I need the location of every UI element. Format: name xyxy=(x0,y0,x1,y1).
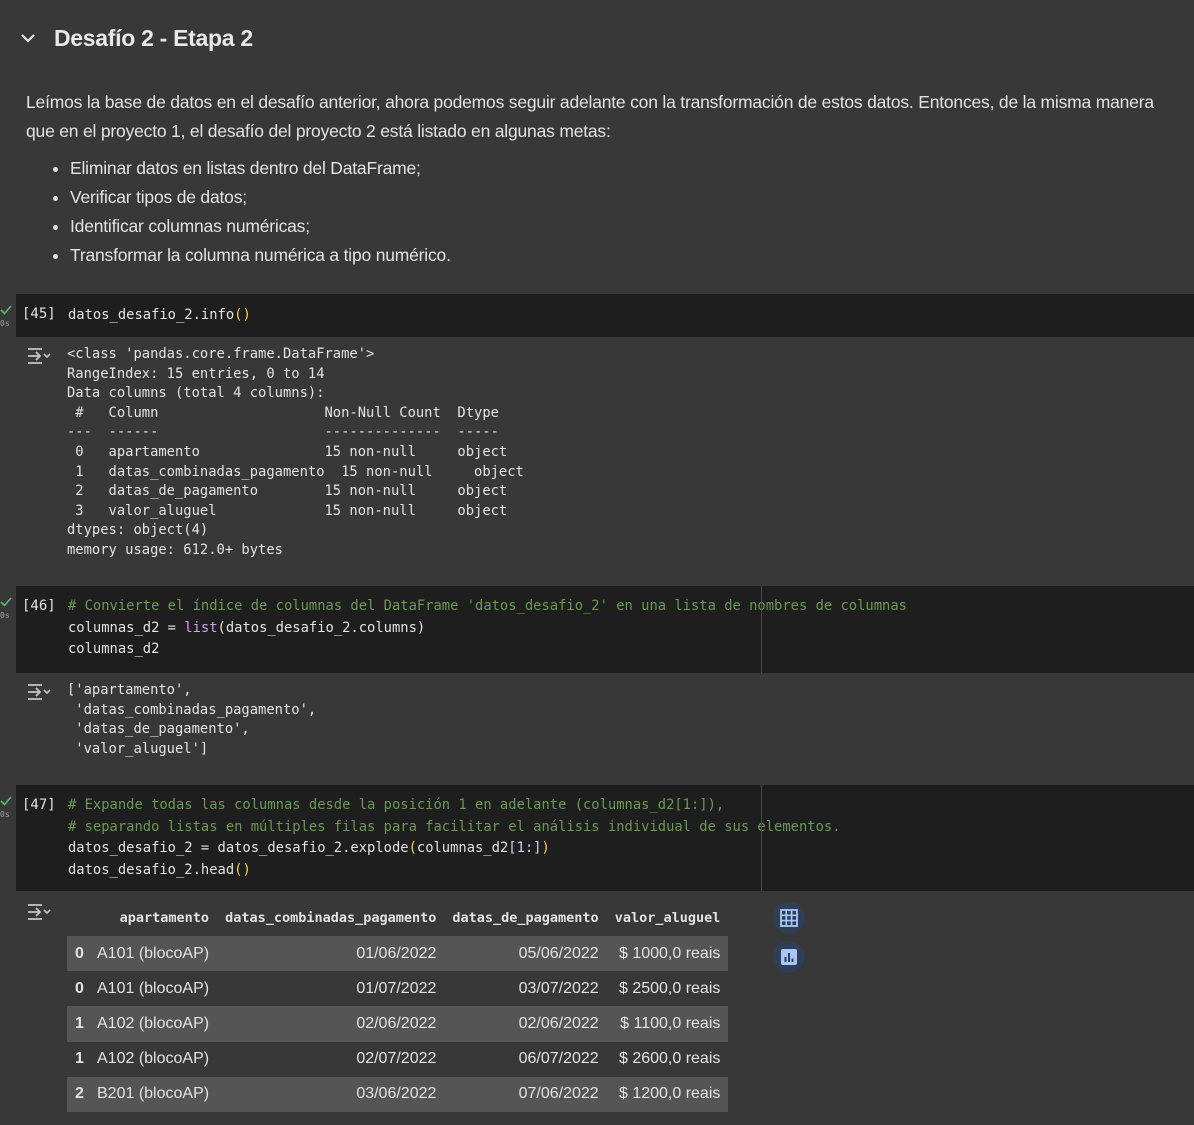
column-header: datas_de_pagamento xyxy=(452,910,599,926)
markdown-cell: Leímos la base de datos en el desafío an… xyxy=(26,88,1176,270)
cell-apartamento: B201 (blocoAP) xyxy=(97,1076,218,1112)
column-header: apartamento xyxy=(119,910,210,926)
check-icon xyxy=(0,597,12,607)
table-row: 1 A102 (blocoAP) 02/06/2022 02/06/2022 $… xyxy=(67,1006,729,1042)
ruler-guide xyxy=(761,586,762,673)
row-index: 2 xyxy=(67,1076,97,1112)
code-line: columnas_d2 = list(datos_desafio_2.colum… xyxy=(68,619,426,636)
output-line: Data columns (total 4 columns): xyxy=(67,385,325,402)
execution-count: [46] xyxy=(22,598,56,614)
index-header xyxy=(67,900,97,936)
cell-output: ['apartamento', 'datas_combinadas_pagame… xyxy=(67,681,316,759)
cell-valor: $ 1200,0 reais xyxy=(606,1076,729,1112)
code-line: datos_desafio_2.head() xyxy=(68,861,251,878)
code-cell-46[interactable]: # Convierte el índice de columnas del Da… xyxy=(16,586,1194,673)
code-editor[interactable]: # Convierte el índice de columnas del Da… xyxy=(68,596,907,661)
table-row: 0 A101 (blocoAP) 01/07/2022 03/07/2022 $… xyxy=(67,971,729,1007)
output-line: RangeIndex: 15 entries, 0 to 14 xyxy=(67,365,325,382)
output-line: 0 apartamento 15 non-null object xyxy=(67,443,508,460)
list-item: Transformar la columna numérica a tipo n… xyxy=(70,241,1176,270)
dataframe-table: apartamento datas_combinadas_pagamento d… xyxy=(67,900,729,1112)
code-cell-47[interactable]: # Expande todas las columnas desde la po… xyxy=(16,785,1194,891)
cell-valor: $ 1100,0 reais xyxy=(606,1006,729,1042)
table-header-row: apartamento datas_combinadas_pagamento d… xyxy=(67,900,728,936)
goals-list: Eliminar datos en listas dentro del Data… xyxy=(26,154,1176,270)
table-icon xyxy=(780,909,798,927)
cell-apartamento: A102 (blocoAP) xyxy=(97,1041,218,1077)
cell-pagamento: 07/06/2022 xyxy=(444,1076,607,1112)
output-line: 3 valor_aluguel 15 non-null object xyxy=(67,502,508,519)
cell-pagamento: 02/06/2022 xyxy=(444,1006,607,1042)
column-header: datas_combinadas_pagamento xyxy=(225,910,437,926)
output-line: 2 datas_de_pagamento 15 non-null object xyxy=(67,483,508,500)
cell-pagamento: 05/06/2022 xyxy=(444,936,607,972)
row-index: 1 xyxy=(67,1006,97,1042)
section-title: Desafío 2 - Etapa 2 xyxy=(54,24,253,51)
exec-time: 0s xyxy=(0,319,10,328)
bar-chart-icon xyxy=(781,949,797,965)
code-editor[interactable]: datos_desafio_2.info() xyxy=(68,305,251,327)
table-row: 0 A101 (blocoAP) 01/06/2022 05/06/2022 $… xyxy=(67,936,729,972)
output-collapse-icon[interactable] xyxy=(26,901,52,923)
output-line: 'valor_aluguel'] xyxy=(67,740,209,757)
list-item: Eliminar datos en listas dentro del Data… xyxy=(70,154,1176,183)
chevron-down-icon[interactable] xyxy=(18,28,38,48)
output-line: # Column Non-Null Count Dtype xyxy=(67,404,508,421)
cell-output: <class 'pandas.core.frame.DataFrame'> Ran… xyxy=(67,345,524,561)
output-line: ['apartamento', xyxy=(67,682,192,698)
output-collapse-icon[interactable] xyxy=(26,681,52,703)
cell-pagamento: 06/07/2022 xyxy=(444,1041,607,1077)
cell-combinadas: 01/06/2022 xyxy=(217,936,445,972)
table-row: 1 A102 (blocoAP) 02/07/2022 06/07/2022 $… xyxy=(67,1041,729,1077)
output-line: dtypes: object(4) xyxy=(67,522,209,539)
table-row: 2 B201 (blocoAP) 03/06/2022 07/06/2022 $… xyxy=(67,1076,729,1112)
cell-combinadas: 03/06/2022 xyxy=(217,1076,445,1112)
suggest-charts-button[interactable] xyxy=(773,941,805,973)
output-line: 1 datas_combinadas_pagamento 15 non-null… xyxy=(67,463,524,480)
execution-count: [47] xyxy=(22,797,56,813)
output-line: --- ------ -------------- ----- xyxy=(67,424,508,441)
list-item: Identificar columnas numéricas; xyxy=(70,212,1176,241)
code-editor[interactable]: # Expande todas las columnas desde la po… xyxy=(68,795,841,881)
list-item: Verificar tipos de datos; xyxy=(70,183,1176,212)
cell-apartamento: A102 (blocoAP) xyxy=(97,1006,218,1042)
code-cell-45[interactable]: datos_desafio_2.info() xyxy=(16,294,1194,337)
column-header: valor_aluguel xyxy=(614,910,721,926)
cell-valor: $ 2600,0 reais xyxy=(606,1041,729,1077)
cell-apartamento: A101 (blocoAP) xyxy=(97,971,218,1007)
execution-count: [45] xyxy=(22,306,56,322)
check-icon xyxy=(0,305,12,315)
code-line: # Expande todas las columnas desde la po… xyxy=(68,797,725,813)
code-line: datos_desafio_2 = datos_desafio_2.explod… xyxy=(68,840,550,856)
output-collapse-icon[interactable] xyxy=(26,345,52,367)
check-icon xyxy=(0,796,12,806)
cell-pagamento: 03/07/2022 xyxy=(444,971,607,1007)
ruler-guide xyxy=(761,785,762,891)
code-line: # separando listas en múltiples filas pa… xyxy=(68,818,841,835)
convert-to-interactive-button[interactable] xyxy=(773,902,805,934)
row-index: 0 xyxy=(67,971,97,1007)
cell-apartamento: A101 (blocoAP) xyxy=(97,936,218,972)
code-line: columnas_d2 xyxy=(68,641,160,657)
intro-paragraph: Leímos la base de datos en el desafío an… xyxy=(26,92,1154,141)
cell-combinadas: 02/06/2022 xyxy=(217,1006,445,1042)
row-index: 1 xyxy=(67,1041,97,1077)
output-line: 'datas_de_pagamento', xyxy=(67,721,250,738)
exec-time: 0s xyxy=(0,810,10,819)
cell-valor: $ 2500,0 reais xyxy=(606,971,729,1007)
row-index: 0 xyxy=(67,936,97,972)
section-header: Desafío 2 - Etapa 2 xyxy=(18,20,253,56)
code-line: # Convierte el índice de columnas del Da… xyxy=(68,598,907,614)
cell-combinadas: 02/07/2022 xyxy=(217,1041,445,1077)
output-line: <class 'pandas.core.frame.DataFrame'> xyxy=(67,346,375,362)
cell-valor: $ 1000,0 reais xyxy=(606,936,729,972)
cell-combinadas: 01/07/2022 xyxy=(217,971,445,1007)
output-line: 'datas_combinadas_pagamento', xyxy=(67,701,317,718)
output-line: memory usage: 612.0+ bytes xyxy=(67,541,283,558)
exec-time: 0s xyxy=(0,611,10,620)
